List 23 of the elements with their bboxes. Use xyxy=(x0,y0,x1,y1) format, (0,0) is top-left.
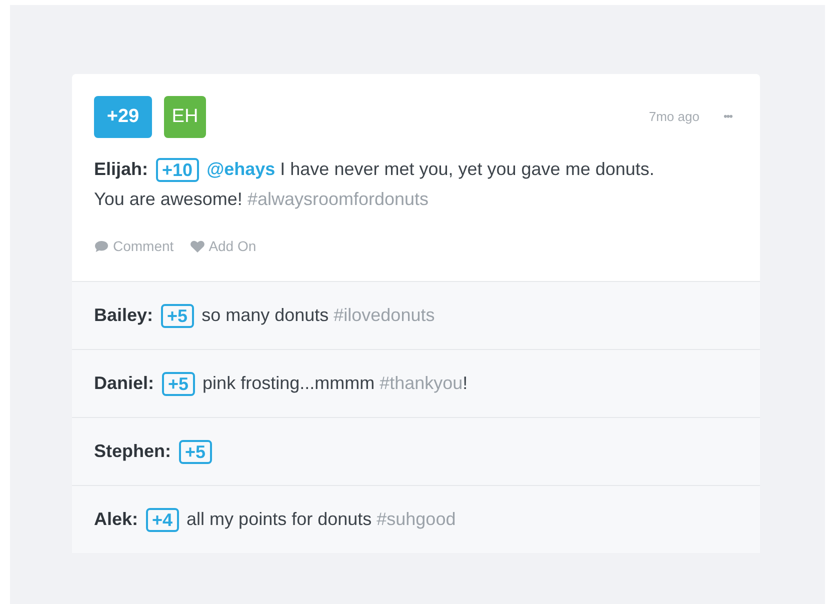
heart-icon xyxy=(190,240,205,253)
author-name: Bailey: xyxy=(94,305,154,325)
message-text: all my points for donuts #suhgood xyxy=(186,509,456,529)
author-name: Stephen: xyxy=(94,441,172,461)
author-name: Daniel: xyxy=(94,373,154,393)
add-on-button[interactable]: Add On xyxy=(190,236,256,257)
message-text: so many donuts #ilovedonuts xyxy=(202,305,435,325)
timestamp: 7mo ago xyxy=(648,108,700,126)
points-badge: +10 xyxy=(156,158,199,182)
more-button[interactable]: ••• xyxy=(723,108,732,126)
author-name: Elijah: xyxy=(94,159,148,179)
points-total: +29 xyxy=(94,96,152,138)
author-name: Alek: xyxy=(94,509,138,529)
speech-bubble-icon xyxy=(94,240,109,253)
message-text: @ehays I have never met you, yet you gave me donuts. xyxy=(206,159,654,179)
comment-button[interactable]: Comment xyxy=(94,236,174,257)
points-badge: +5 xyxy=(161,304,194,328)
points-badge: +5 xyxy=(162,372,195,396)
points-badge: +5 xyxy=(179,440,212,464)
message-text: pink frosting...mmmm #thankyou! xyxy=(202,373,468,393)
points-badge: +4 xyxy=(146,508,179,532)
message-text: You are awesome! #alwaysroomfordonuts xyxy=(94,188,429,211)
user-avatar: EH xyxy=(164,96,206,138)
